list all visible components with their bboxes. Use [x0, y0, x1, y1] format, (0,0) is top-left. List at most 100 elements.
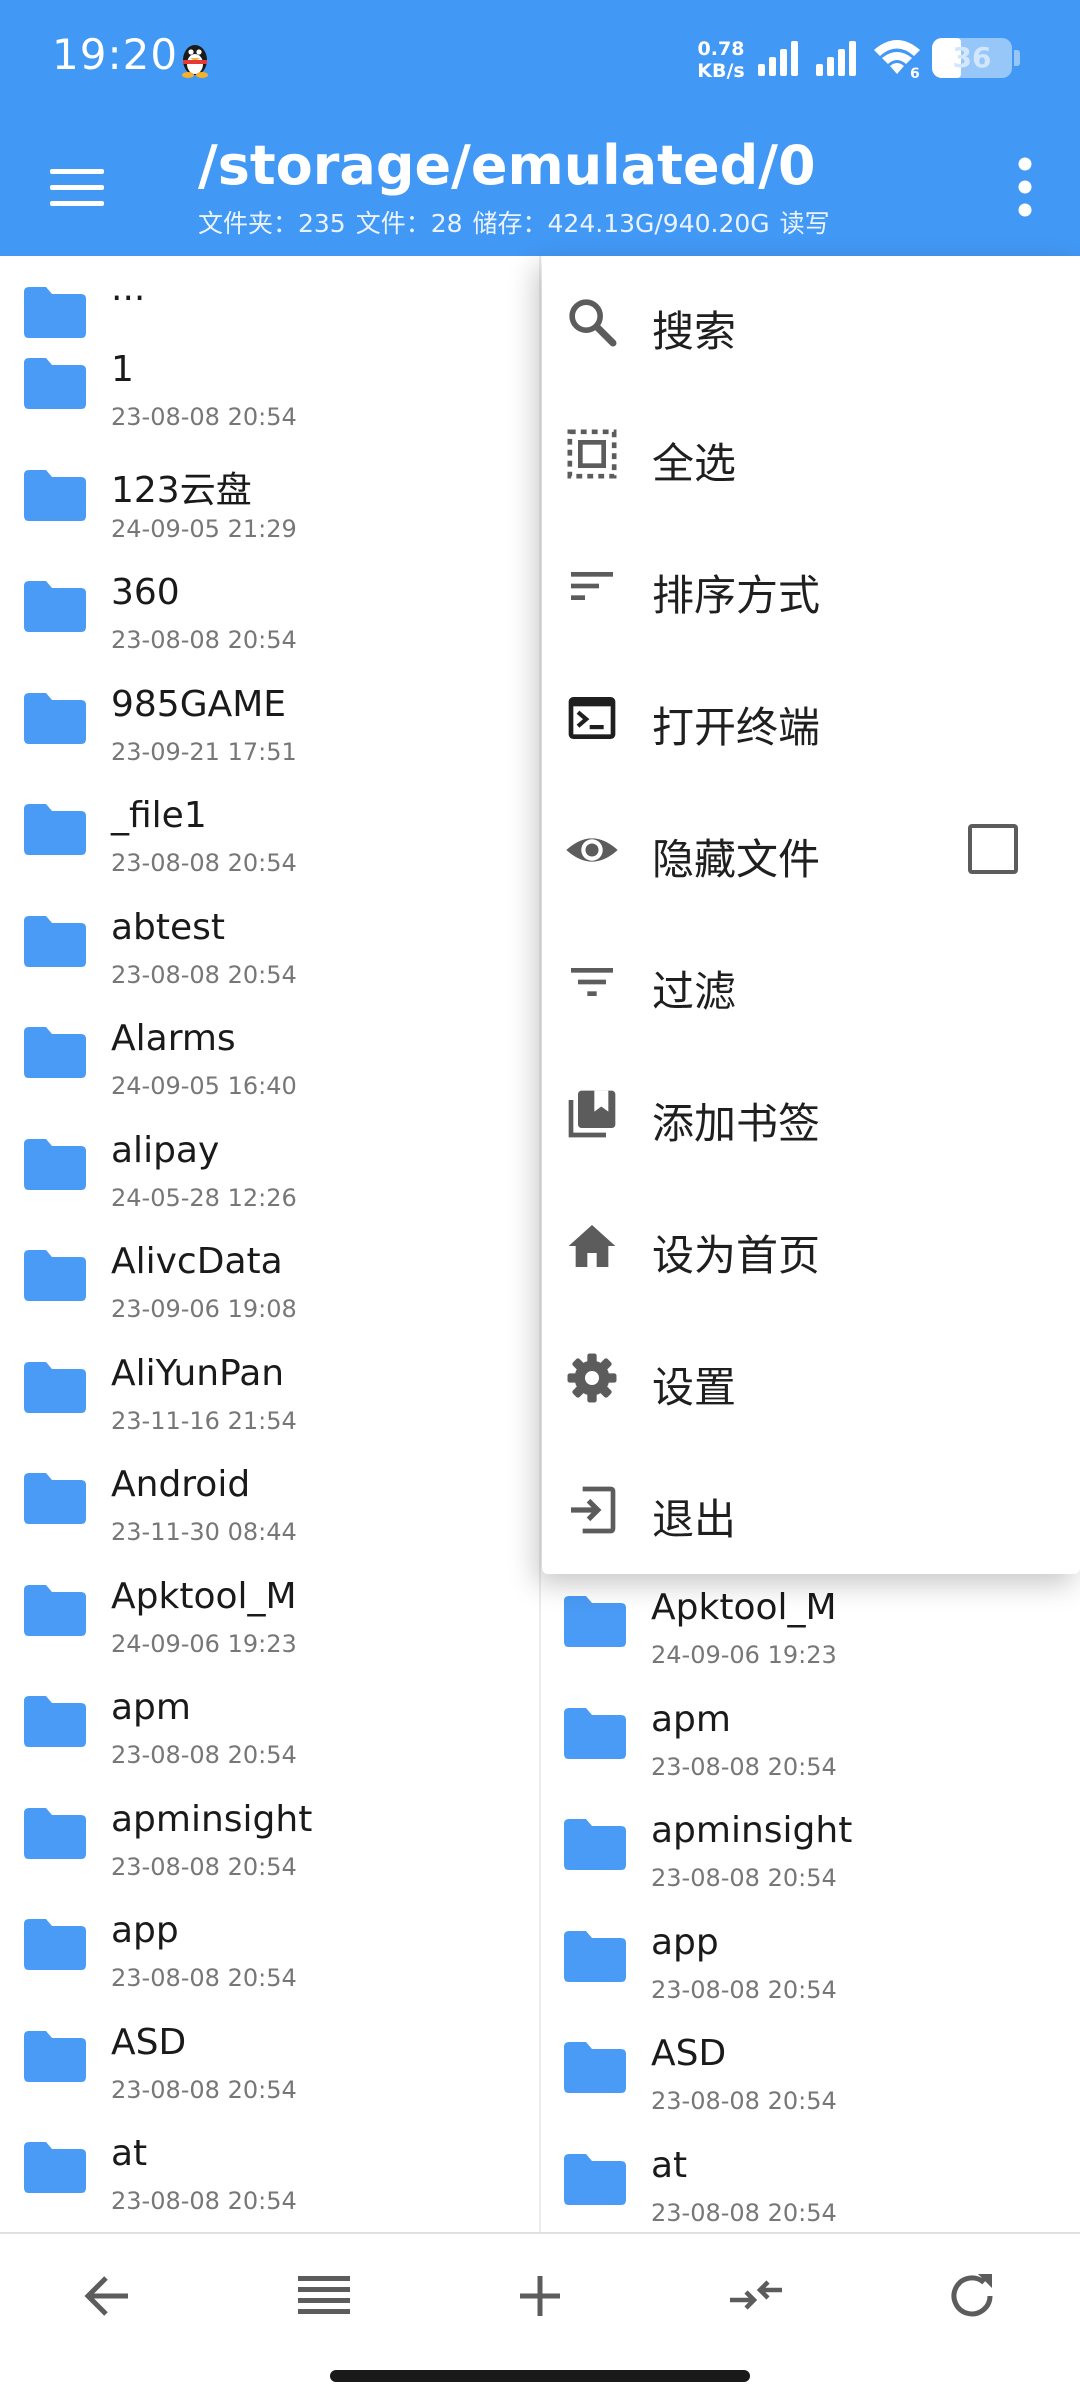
folder-date: 23-08-08 20:54 — [111, 1852, 297, 1881]
folder-row[interactable]: AliYunPan 23-11-16 21:54 — [0, 1331, 540, 1442]
battery-icon: 36 — [932, 38, 1012, 78]
folder-row[interactable]: alipay 24-05-28 12:26 — [0, 1108, 540, 1219]
list-view-icon[interactable] — [284, 2256, 364, 2336]
folder-name: ASD — [651, 2033, 727, 2074]
folder-date: 24-09-05 21:29 — [111, 514, 297, 543]
folder-icon — [24, 469, 86, 521]
folder-icon — [24, 915, 86, 967]
folder-date: 24-09-05 16:40 — [111, 1072, 297, 1100]
terminal-icon — [568, 697, 616, 739]
folder-row[interactable]: ASD 23-08-08 20:54 — [0, 2000, 540, 2111]
folder-icon — [24, 1027, 86, 1078]
folder-name: app — [651, 1921, 719, 1963]
folder-row[interactable]: Apktool_M 24-09-06 19:23 — [540, 1565, 1080, 1676]
folder-date: 23-08-08 20:54 — [111, 2075, 297, 2104]
file-count: 文件：28 — [355, 209, 463, 238]
wifi-icon: 6 — [874, 40, 920, 80]
folder-date: 23-08-08 20:54 — [651, 1975, 837, 2004]
folder-name: apm — [111, 1687, 191, 1728]
app-toolbar: /storage/emulated/0 文件夹：235 文件：28 储存：424.1… — [0, 118, 1080, 256]
folder-row[interactable]: ASD 23-08-08 20:54 — [540, 2011, 1080, 2122]
folder-name: Alarms — [111, 1018, 236, 1059]
folder-row[interactable]: Apktool_M 24-09-06 19:23 — [0, 1554, 540, 1665]
menu-item-select-all[interactable]: 全选 — [542, 388, 1080, 520]
folder-date: 23-08-08 20:54 — [651, 1752, 837, 1781]
folder-row[interactable]: AlivcData 23-09-06 19:08 — [0, 1219, 540, 1330]
folder-row[interactable]: apm 23-08-08 20:54 — [540, 1677, 1080, 1788]
menu-label-select-all: 全选 — [652, 439, 737, 488]
folder-icon — [24, 1919, 86, 1970]
folder-row[interactable]: apm 23-08-08 20:54 — [0, 1665, 540, 1776]
folder-name: _file1 — [111, 795, 207, 836]
hidden-files-checkbox[interactable] — [968, 824, 1018, 874]
folder-name: ASD — [111, 2021, 187, 2063]
storage-usage: 储存：424.13G/940.20G — [472, 209, 770, 238]
folder-row[interactable]: apminsight 23-08-08 20:54 — [540, 1788, 1080, 1899]
folder-date: 23-09-21 17:51 — [111, 737, 297, 766]
folder-row[interactable]: Alarms 24-09-05 16:40 — [0, 996, 540, 1107]
folder-icon — [24, 1584, 86, 1636]
folder-name: apminsight — [111, 1798, 313, 1840]
folder-row[interactable]: _file1 23-08-08 20:54 — [0, 773, 540, 884]
status-bar: 19:20 0.78 KB/s 6 36 — [0, 0, 1080, 118]
folder-row[interactable]: 1 23-08-08 20:54 — [0, 327, 540, 438]
menu-item-exit[interactable]: 退出 — [542, 1444, 1080, 1576]
folder-icon — [24, 2142, 86, 2193]
plus-icon[interactable] — [500, 2256, 580, 2336]
refresh-icon[interactable] — [932, 2256, 1012, 2336]
hamburger-menu-icon[interactable] — [30, 140, 124, 234]
folder-row[interactable]: 985GAME 23-09-21 17:51 — [0, 662, 540, 773]
more-vert-icon[interactable] — [1000, 140, 1050, 234]
folder-name: at — [111, 2133, 148, 2174]
wifi-badge: 6 — [910, 66, 920, 80]
menu-item-set-home[interactable]: 设为首页 — [542, 1180, 1080, 1312]
swap-icon[interactable] — [716, 2256, 796, 2336]
menu-item-hidden-files[interactable]: 隐藏文件 — [542, 784, 1080, 916]
folder-row[interactable]: at 23-08-08 20:54 — [0, 2111, 540, 2222]
folder-date: 23-09-06 19:08 — [111, 1295, 297, 1323]
home-indicator[interactable] — [330, 2370, 750, 2382]
folder-row[interactable]: 123云盘 24-09-05 21:29 — [0, 439, 540, 550]
folder-row[interactable]: apminsight 23-08-08 20:54 — [0, 1777, 540, 1888]
folder-count: 文件夹：235 — [198, 209, 346, 238]
folder-row[interactable]: app 23-08-08 20:54 — [540, 1900, 1080, 2011]
menu-item-search[interactable]: 搜索 — [542, 256, 1080, 388]
cell-signal-icon-2 — [816, 41, 856, 76]
folder-name: abtest — [111, 906, 226, 948]
menu-item-sort[interactable]: 排序方式 — [542, 520, 1080, 652]
folder-name: AliYunPan — [111, 1352, 285, 1394]
folder-row[interactable]: abtest 23-08-08 20:54 — [0, 885, 540, 996]
folder-icon — [564, 1819, 626, 1870]
parent-directory-label: ... — [111, 268, 146, 309]
folder-icon — [564, 2042, 626, 2093]
folder-row[interactable]: app 23-08-08 20:54 — [0, 1888, 540, 1999]
cell-signal-icon — [758, 41, 798, 76]
folder-date: 23-08-08 20:54 — [111, 960, 297, 989]
menu-item-terminal[interactable]: 打开终端 — [542, 652, 1080, 784]
folder-date: 23-08-08 20:54 — [111, 1741, 297, 1769]
search-icon — [569, 299, 617, 347]
folder-row[interactable]: at 23-08-08 20:54 — [540, 2123, 1080, 2233]
folder-date: 23-08-08 20:54 — [111, 849, 297, 877]
menu-item-settings[interactable]: 设置 — [542, 1312, 1080, 1444]
folder-icon — [24, 1138, 86, 1190]
folder-name: Apktool_M — [651, 1587, 837, 1628]
folder-icon — [564, 2153, 626, 2205]
folder-icon — [24, 2030, 86, 2082]
folder-icon — [24, 1807, 86, 1859]
menu-item-bookmark[interactable]: 添加书签 — [542, 1048, 1080, 1180]
folder-date: 24-05-28 12:26 — [111, 1183, 297, 1212]
folder-name: alipay — [111, 1129, 220, 1171]
back-arrow-icon[interactable] — [68, 2256, 148, 2336]
folder-date: 24-09-06 19:23 — [651, 1641, 837, 1669]
folder-name: AlivcData — [111, 1241, 283, 1282]
qq-penguin-icon — [182, 45, 208, 78]
folder-icon — [24, 1361, 86, 1413]
folder-row[interactable]: 360 23-08-08 20:54 — [0, 550, 540, 661]
folder-row[interactable]: Android 23-11-30 08:44 — [0, 1442, 540, 1553]
folder-icon — [24, 1473, 86, 1524]
menu-label-sort: 排序方式 — [652, 571, 821, 620]
left-file-pane: ... 1 23-08-08 20:54 123云盘 24-09-05 21:29 36… — [0, 256, 540, 2232]
folder-name: 985GAME — [111, 683, 287, 725]
menu-item-filter[interactable]: 过滤 — [542, 916, 1080, 1048]
